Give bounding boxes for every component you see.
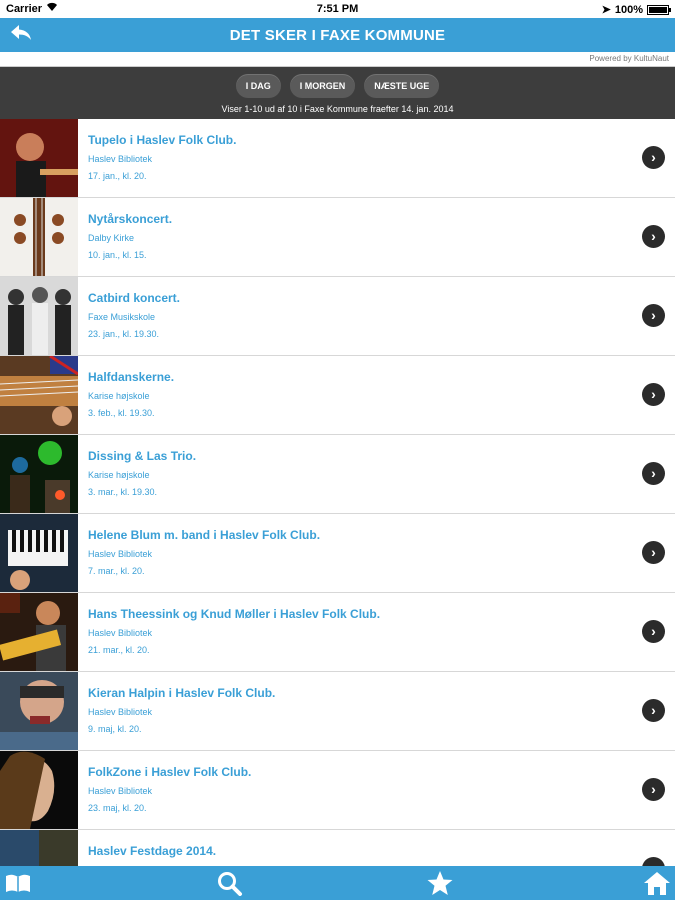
event-title[interactable]: Catbird koncert.	[88, 291, 180, 305]
chevron-right-icon[interactable]: ›	[642, 857, 665, 866]
event-venue: Karise højskole	[88, 391, 150, 401]
chevron-right-icon[interactable]: ›	[642, 699, 665, 722]
chevron-right-icon[interactable]: ›	[642, 541, 665, 564]
event-title[interactable]: Kieran Halpin i Haslev Folk Club.	[88, 686, 275, 700]
event-date: 9. maj, kl. 20.	[88, 724, 142, 734]
home-icon[interactable]	[643, 870, 671, 896]
event-title[interactable]: FolkZone i Haslev Folk Club.	[88, 765, 251, 779]
event-title[interactable]: Dissing & Las Trio.	[88, 449, 196, 463]
chevron-right-icon[interactable]: ›	[642, 304, 665, 327]
chevron-right-icon[interactable]: ›	[642, 146, 665, 169]
event-venue: Karise højskole	[88, 470, 150, 480]
event-venue: Faxe Musikskole	[88, 312, 156, 322]
event-title[interactable]: Tupelo i Haslev Folk Club.	[88, 133, 236, 147]
event-thumbnail	[0, 514, 78, 592]
event-thumbnail	[0, 672, 78, 750]
filter-tomorrow-button[interactable]: I MORGEN	[289, 74, 356, 98]
event-thumbnail	[0, 119, 78, 197]
battery-icon	[647, 4, 671, 15]
star-icon[interactable]	[426, 870, 454, 896]
event-title[interactable]: Haslev Festdage 2014.	[88, 844, 216, 858]
event-title[interactable]: Nytårskoncert.	[88, 212, 172, 226]
nav-bar: DET SKER I FAXE KOMMUNE	[0, 18, 675, 52]
event-venue: Dalby Kirke	[88, 233, 135, 243]
filter-today-button[interactable]: I DAG	[235, 74, 281, 98]
event-thumbnail	[0, 356, 78, 434]
event-date: 21. mar., kl. 20.	[88, 645, 150, 655]
filter-buttons: I DAG I MORGEN NÆSTE UGE	[0, 74, 675, 98]
event-thumbnail	[0, 751, 78, 829]
event-title[interactable]: Hans Theessink og Knud Møller i Haslev F…	[88, 607, 380, 621]
event-date: 23. maj, kl. 20.	[88, 803, 147, 813]
event-list[interactable]: Tupelo i Haslev Folk Club. Haslev Biblio…	[0, 119, 675, 866]
powered-by-label[interactable]: Powered by KultuNaut	[589, 54, 669, 63]
chevron-right-icon[interactable]: ›	[642, 778, 665, 801]
status-right: ➤ 100%	[601, 3, 671, 16]
event-thumbnail	[0, 435, 78, 513]
list-item[interactable]: Nytårskoncert. Dalby Kirke 10. jan., kl.…	[0, 198, 675, 277]
location-icon: ➤	[601, 4, 611, 16]
event-venue: Haslev Bibliotek	[88, 549, 153, 559]
filter-next-week-button[interactable]: NÆSTE UGE	[364, 74, 440, 98]
chevron-right-icon[interactable]: ›	[642, 225, 665, 248]
event-date: 17. jan., kl. 20.	[88, 171, 147, 181]
event-thumbnail	[0, 593, 78, 671]
results-info: Viser 1-10 ud af 10 i Faxe Kommune fraef…	[221, 104, 454, 114]
event-date: 23. jan., kl. 19.30.	[88, 329, 160, 339]
event-date: 3. feb., kl. 19.30.	[88, 408, 155, 418]
event-date: 7. mar., kl. 20.	[88, 566, 145, 576]
list-item[interactable]: Halfdanskerne. Karise højskole 3. feb., …	[0, 356, 675, 435]
list-item[interactable]: Kieran Halpin i Haslev Folk Club. Haslev…	[0, 672, 675, 751]
list-item[interactable]: Haslev Festdage 2014. ›	[0, 830, 675, 866]
battery-percent: 100%	[614, 3, 643, 16]
event-date: 3. mar., kl. 19.30.	[88, 487, 158, 497]
status-bar: Carrier 7:51 PM ➤ 100%	[0, 0, 675, 18]
tab-bar	[0, 866, 675, 900]
event-date: 10. jan., kl. 15.	[88, 250, 147, 260]
event-title[interactable]: Helene Blum m. band i Haslev Folk Club.	[88, 528, 320, 542]
filter-bar: I DAG I MORGEN NÆSTE UGE Viser 1-10 ud a…	[0, 67, 675, 119]
list-item[interactable]: Dissing & Las Trio. Karise højskole 3. m…	[0, 435, 675, 514]
chevron-right-icon[interactable]: ›	[642, 620, 665, 643]
event-venue: Haslev Bibliotek	[88, 707, 153, 717]
list-item[interactable]: FolkZone i Haslev Folk Club. Haslev Bibl…	[0, 751, 675, 830]
event-thumbnail	[0, 830, 78, 866]
list-item[interactable]: Tupelo i Haslev Folk Club. Haslev Biblio…	[0, 119, 675, 198]
list-item[interactable]: Hans Theessink og Knud Møller i Haslev F…	[0, 593, 675, 672]
book-icon[interactable]	[4, 870, 32, 896]
chevron-right-icon[interactable]: ›	[642, 383, 665, 406]
page-title: DET SKER I FAXE KOMMUNE	[229, 27, 446, 44]
powered-by-bar: Powered by KultuNaut	[0, 52, 675, 67]
search-icon[interactable]	[216, 870, 244, 896]
event-thumbnail	[0, 198, 78, 276]
event-title[interactable]: Halfdanskerne.	[88, 370, 174, 384]
event-venue: Haslev Bibliotek	[88, 628, 153, 638]
chevron-right-icon[interactable]: ›	[642, 462, 665, 485]
list-item[interactable]: Catbird koncert. Faxe Musikskole 23. jan…	[0, 277, 675, 356]
event-thumbnail	[0, 277, 78, 355]
list-item[interactable]: Helene Blum m. band i Haslev Folk Club. …	[0, 514, 675, 593]
event-venue: Haslev Bibliotek	[88, 154, 153, 164]
status-time: 7:51 PM	[316, 3, 359, 15]
event-venue: Haslev Bibliotek	[88, 786, 153, 796]
